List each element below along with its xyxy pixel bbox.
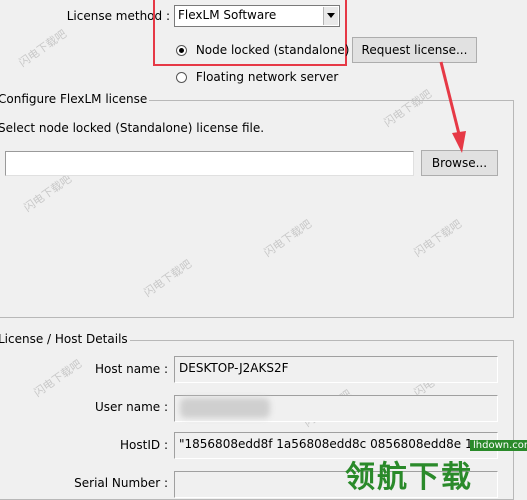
- user-name-label: User name :: [94, 400, 168, 414]
- serial-number-label: Serial Number :: [74, 476, 168, 490]
- brand-url: lhdown.com: [470, 440, 527, 451]
- redaction-blur: [180, 398, 270, 418]
- host-name-field: DESKTOP-J2AKS2F: [174, 356, 498, 383]
- host-id-label: HostID :: [120, 438, 168, 452]
- host-id-value: "1856808edd8f 1a56808edd8c 0856808edd8e …: [179, 437, 480, 451]
- brand-logo: 领航下载: [345, 460, 473, 495]
- host-name-label: Host name :: [94, 362, 168, 376]
- host-details-title: License / Host Details: [0, 332, 130, 346]
- host-name-value: DESKTOP-J2AKS2F: [179, 361, 289, 375]
